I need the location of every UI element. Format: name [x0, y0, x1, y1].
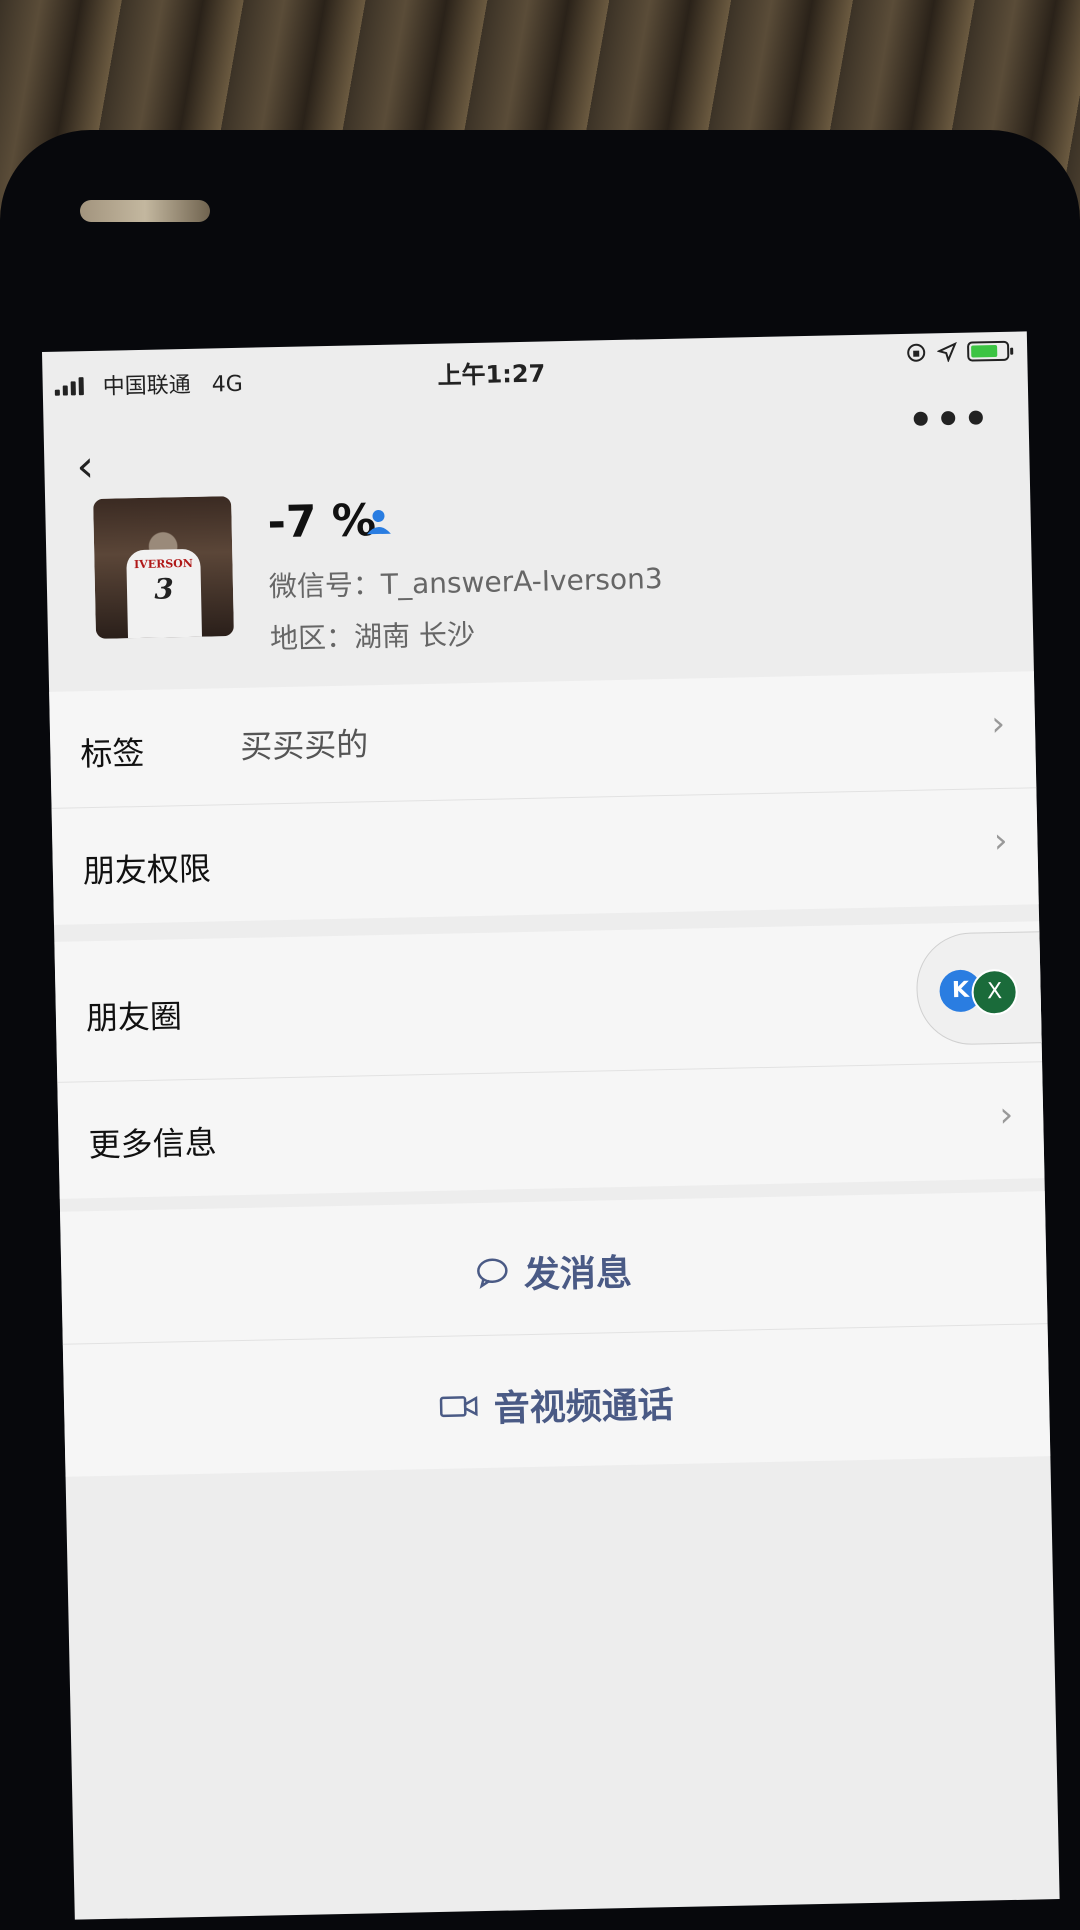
- video-call-button[interactable]: 音视频通话: [63, 1324, 1051, 1477]
- status-time: 上午1:27: [437, 359, 546, 390]
- nickname: -7 %: [267, 495, 377, 549]
- close-badge-icon[interactable]: X: [971, 968, 1019, 1016]
- network-type: 4G: [211, 371, 244, 398]
- friend-permission-label: 朋友权限: [82, 849, 212, 891]
- chat-bubble-icon: [477, 1258, 509, 1289]
- send-message-button[interactable]: 发消息: [60, 1191, 1048, 1345]
- chevron-right-icon: ›: [999, 1094, 1014, 1136]
- tags-row[interactable]: 标签 买买买的 ›: [49, 671, 1037, 809]
- location-icon: [936, 341, 957, 363]
- phone-screen: 中国联通 4G 上午1:27 ‹ ••• IVERSON 3 -7 % 微信号：…: [42, 331, 1060, 1920]
- signal-strength-icon: [54, 377, 84, 396]
- wechat-id: 微信号：T_answerA-Iverson3: [268, 562, 663, 604]
- floating-app-bubble[interactable]: K X: [915, 930, 1060, 1046]
- more-options-icon[interactable]: •••: [907, 396, 991, 444]
- more-info-label: 更多信息: [88, 1123, 218, 1165]
- moments-label: 朋友圈: [85, 997, 183, 1038]
- carrier-name: 中国联通: [102, 372, 192, 400]
- profile-header: IVERSON 3 -7 % 微信号：T_answerA-Iverson3 地区…: [45, 461, 1034, 672]
- avatar-jersey-name: IVERSON: [133, 556, 193, 572]
- battery-icon: [966, 340, 1010, 362]
- tags-label: 标签: [80, 733, 145, 774]
- phone-speaker-glint: [80, 200, 210, 222]
- moments-row[interactable]: 朋友圈: [54, 921, 1043, 1083]
- chevron-right-icon: ›: [990, 703, 1006, 745]
- actions-group: 发消息 音视频通话: [60, 1191, 1051, 1477]
- tags-value: 买买买的: [239, 725, 369, 766]
- person-icon: [366, 509, 391, 535]
- status-icons: [905, 340, 1010, 364]
- avatar[interactable]: IVERSON 3: [93, 496, 234, 639]
- avatar-jersey: IVERSON 3: [126, 548, 202, 639]
- video-camera-icon: [440, 1395, 479, 1418]
- region: 地区：湖南 长沙: [269, 617, 476, 656]
- friend-permission-row[interactable]: 朋友权限 ›: [52, 788, 1039, 925]
- carrier-info: 中国联通 4G: [102, 366, 243, 401]
- info-group: 标签 买买买的 › 朋友权限 ›: [49, 671, 1039, 925]
- avatar-jersey-number: 3: [153, 572, 175, 606]
- moments-group: 朋友圈 更多信息 ›: [54, 921, 1045, 1199]
- chevron-right-icon: ›: [993, 820, 1008, 862]
- send-message-label: 发消息: [523, 1252, 633, 1297]
- rotation-lock-icon: [907, 343, 926, 362]
- video-call-label: 音视频通话: [493, 1385, 675, 1430]
- more-info-row[interactable]: 更多信息 ›: [57, 1062, 1044, 1199]
